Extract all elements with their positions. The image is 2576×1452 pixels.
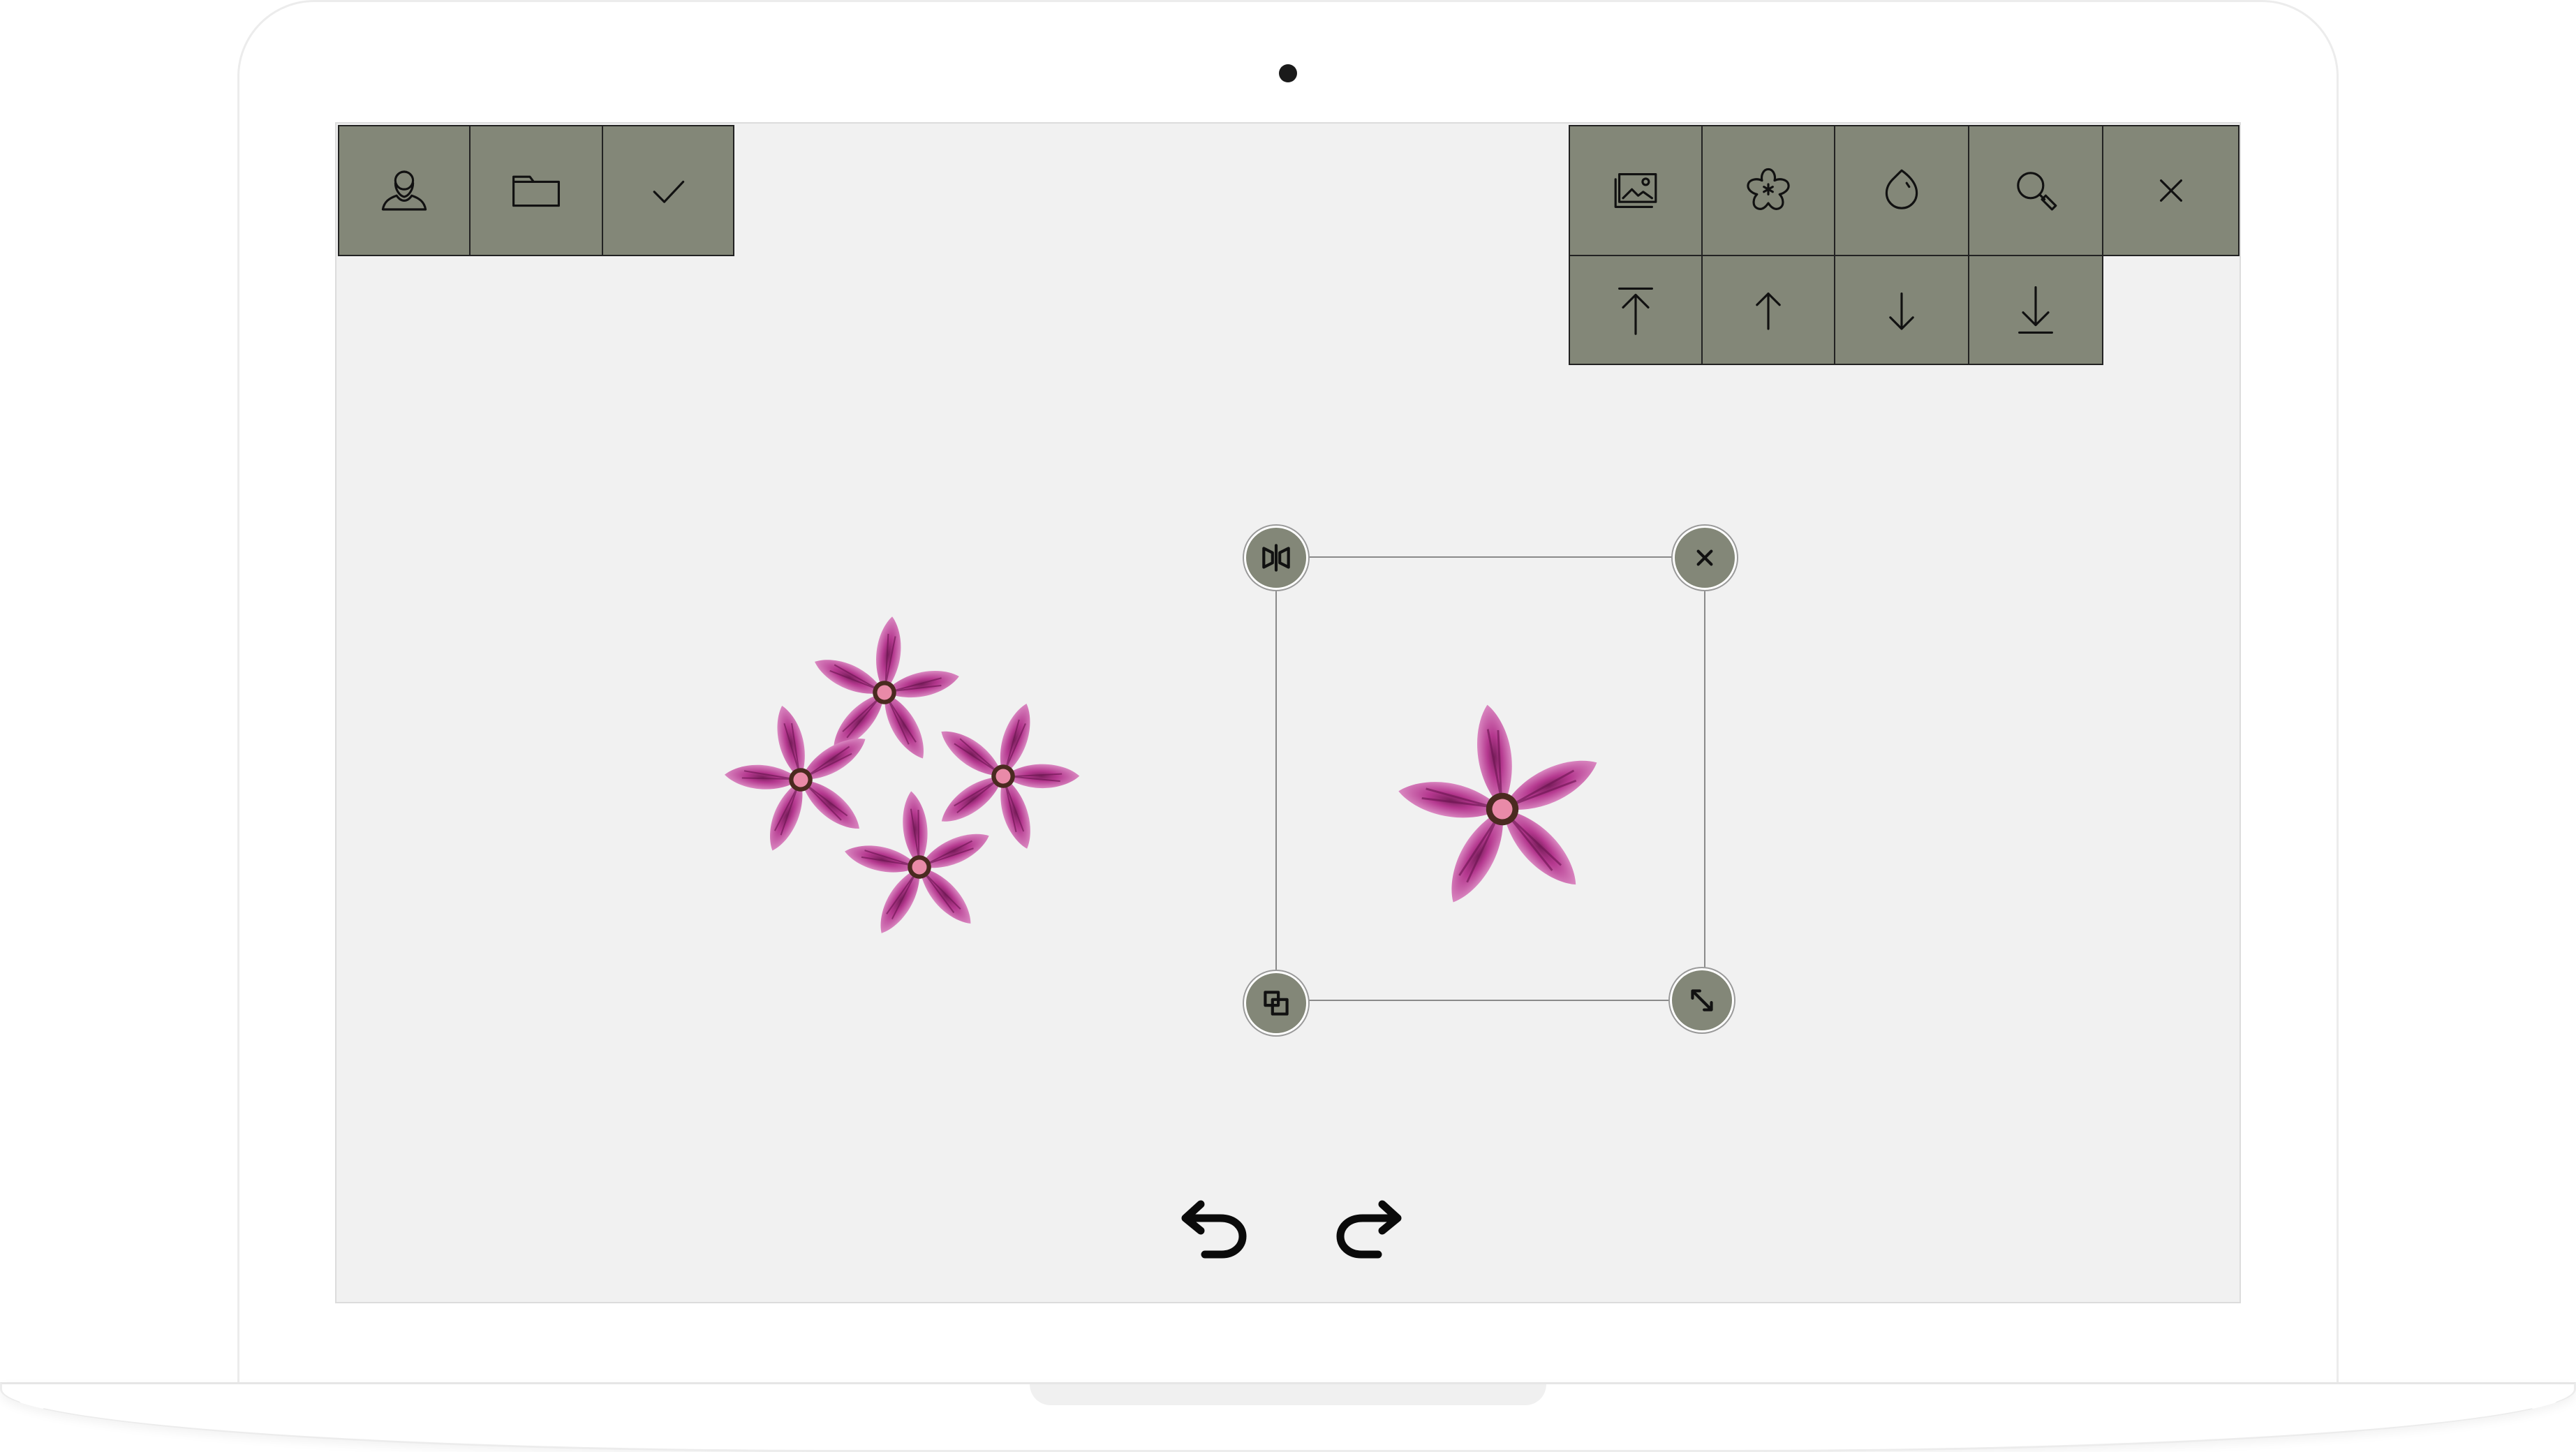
app-screen (335, 122, 2241, 1303)
arrow-down-icon (1889, 292, 1914, 330)
close-button[interactable] (2102, 125, 2240, 256)
delete-handle[interactable] (1673, 526, 1737, 590)
selection-border-top (1275, 556, 1705, 558)
close-icon (2159, 179, 2182, 202)
zoom-button[interactable] (1968, 125, 2103, 256)
selection-border-left (1275, 556, 1277, 1001)
camera (1279, 64, 1297, 82)
arrow-up-icon (1756, 292, 1781, 330)
bring-to-front-button[interactable] (1569, 255, 1703, 365)
flip-icon (1262, 544, 1290, 572)
background-image-button[interactable] (1569, 125, 1703, 256)
user-profile-button[interactable] (338, 125, 471, 256)
flower-star-icon (1747, 168, 1790, 210)
drop-icon (1885, 169, 1918, 209)
user-icon (381, 170, 427, 211)
delete-icon (1696, 549, 1713, 566)
laptop-notch (1030, 1384, 1546, 1405)
undo-button[interactable] (1173, 1185, 1257, 1268)
resize-icon (1691, 989, 1713, 1012)
send-to-back-button[interactable] (1968, 255, 2103, 365)
flower-cluster[interactable] (724, 612, 1115, 940)
bring-forward-button[interactable] (1701, 255, 1835, 365)
color-drop-button[interactable] (1834, 125, 1969, 256)
selection-border-bottom (1275, 1000, 1705, 1001)
arrow-up-to-top-icon (1618, 287, 1653, 335)
image-icon (1614, 173, 1657, 208)
checkmark-icon (653, 180, 685, 203)
folder-icon (512, 175, 560, 207)
selected-flower[interactable] (1356, 668, 1649, 961)
magnifier-icon (2017, 172, 2057, 211)
send-backward-button[interactable] (1834, 255, 1969, 365)
flip-handle[interactable] (1244, 526, 1308, 590)
open-folder-button[interactable] (469, 125, 603, 256)
arrow-down-to-bottom-icon (2018, 286, 2053, 334)
selection-border-right (1704, 556, 1705, 1001)
duplicate-icon (1264, 991, 1289, 1016)
confirm-button[interactable] (602, 125, 734, 256)
stage (0, 0, 2576, 1452)
duplicate-handle[interactable] (1244, 971, 1308, 1035)
redo-icon (1336, 1200, 1402, 1259)
redo-button[interactable] (1326, 1185, 1410, 1268)
resize-handle[interactable] (1670, 968, 1734, 1032)
undo-icon (1181, 1200, 1247, 1259)
stickers-button[interactable] (1701, 125, 1835, 256)
